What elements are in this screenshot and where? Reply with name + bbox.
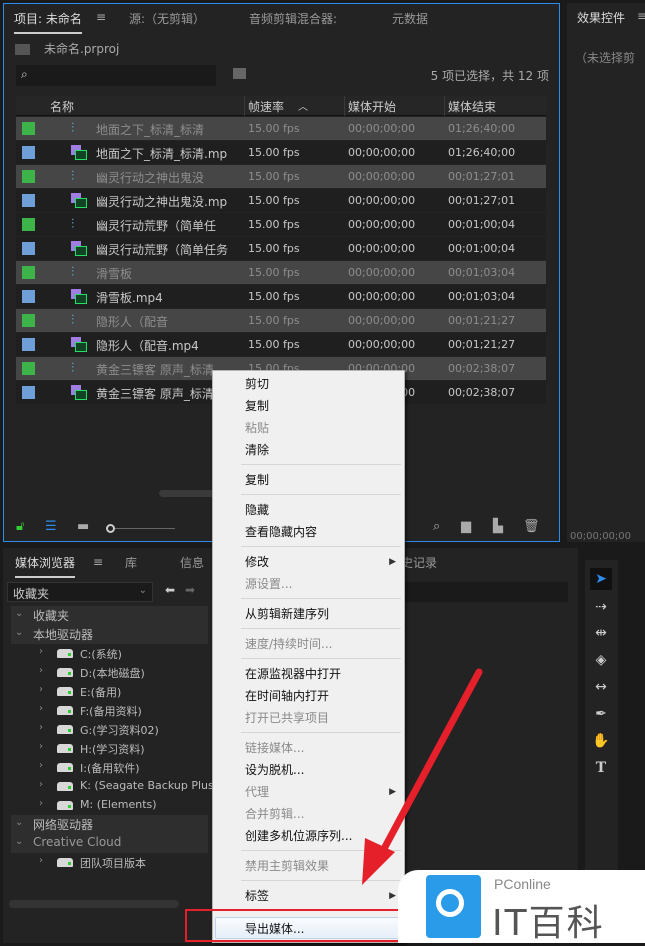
watermark-logo-icon xyxy=(426,875,481,938)
watermark-brand: PConline xyxy=(494,876,551,892)
annotation-overlay xyxy=(185,668,483,942)
annotation-arrow-head xyxy=(362,838,395,885)
annotation-highlight-box xyxy=(185,909,401,942)
watermark: PConline IT百科 xyxy=(398,870,645,944)
watermark-name: IT百科 xyxy=(492,903,605,944)
annotation-arrow-line xyxy=(374,668,483,864)
